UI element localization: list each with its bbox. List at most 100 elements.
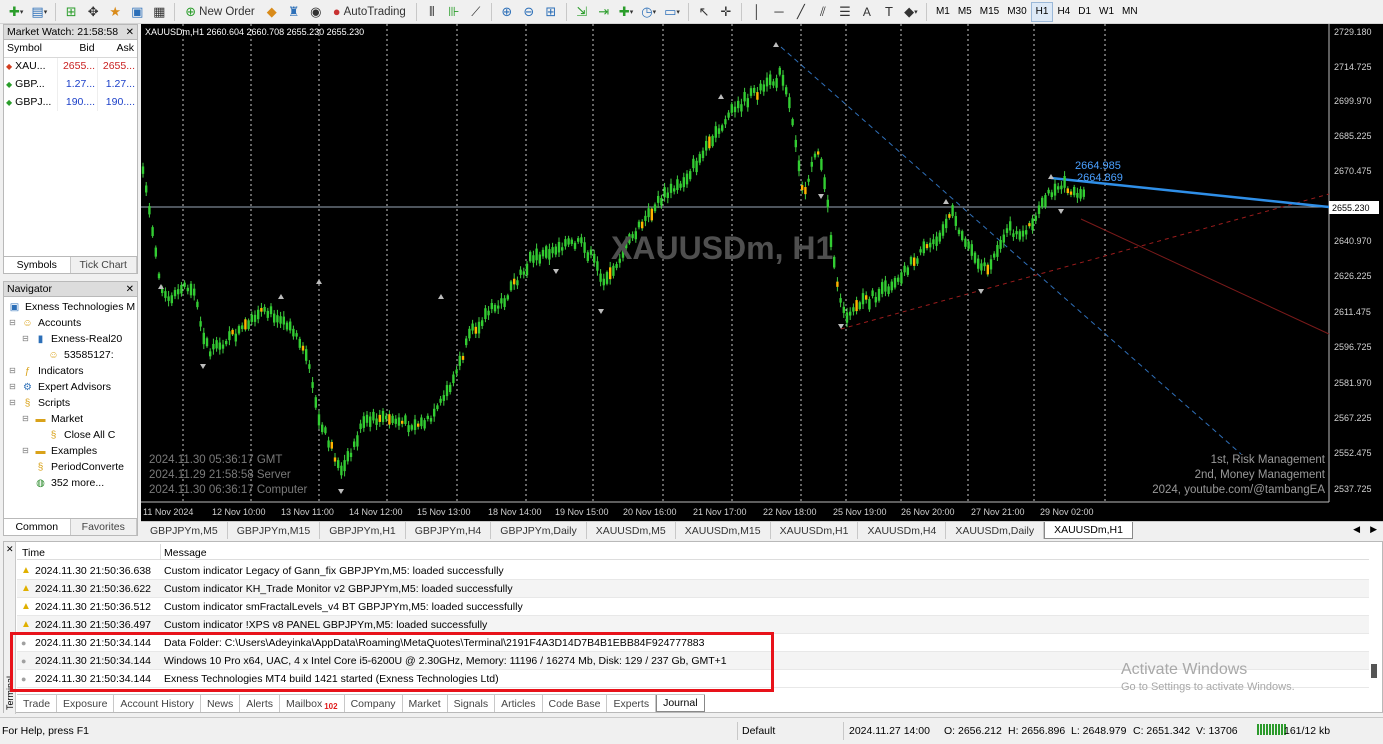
- new-chart-button[interactable]: ✚ ▾: [6, 2, 26, 22]
- tree-expand-icon[interactable]: ⊟: [9, 366, 16, 375]
- journal-scrollbar[interactable]: [1368, 560, 1380, 690]
- navigator-item[interactable]: ☺ Accounts: [21, 315, 81, 331]
- tab-scroll-arrows[interactable]: ◀ ▶: [1353, 524, 1377, 535]
- line-chart-icon[interactable]: ⟋: [466, 2, 486, 22]
- chart-tab[interactable]: XAUUSDm,Daily: [946, 522, 1045, 539]
- tree-expand-icon[interactable]: ⊟: [22, 334, 29, 343]
- timeframe-d1-button[interactable]: D1: [1074, 2, 1095, 22]
- close-icon[interactable]: ✕: [126, 27, 134, 38]
- journal-row[interactable]: ▲ 2024.11.30 21:50:36.512 Custom indicator…: [17, 598, 1369, 616]
- equidistant-channel-icon[interactable]: ⫽: [813, 2, 833, 22]
- zoom-in-icon[interactable]: ⊕: [497, 2, 517, 22]
- market-watch-row[interactable]: ◆ GBPJ... 190.... 190....: [4, 93, 137, 111]
- indicators-menu-icon[interactable]: ✚ ▾: [616, 2, 636, 22]
- tree-expand-icon[interactable]: ⊟: [9, 382, 16, 391]
- navigator-item[interactable]: ☺ 53585127:: [47, 347, 113, 363]
- chart-tab[interactable]: GBPJPYm,Daily: [491, 522, 587, 539]
- market-watch-row[interactable]: ◆ XAU... 2655... 2655...: [4, 57, 137, 75]
- journal-row[interactable]: ▲ 2024.11.30 21:50:36.622 Custom indicator…: [17, 580, 1369, 598]
- terminal-tab-account-history[interactable]: Account History: [114, 695, 201, 712]
- autoscroll-icon[interactable]: ⇲: [572, 2, 592, 22]
- terminal-icon[interactable]: ▣: [127, 2, 147, 22]
- market-watch-row[interactable]: ◆ GBP... 1.27... 1.27...: [4, 75, 137, 93]
- tree-expand-icon[interactable]: ⊟: [9, 398, 16, 407]
- chart-tab[interactable]: XAUUSDm,H1: [771, 522, 859, 539]
- column-header-message[interactable]: Message: [164, 547, 207, 559]
- navigator-item[interactable]: ▮ Exness-Real20: [34, 331, 122, 347]
- chart-tab[interactable]: XAUUSDm,H1: [1044, 522, 1133, 539]
- close-icon[interactable]: ✕: [126, 284, 134, 295]
- terminal-tab-news[interactable]: News: [201, 695, 241, 712]
- text-tool-icon[interactable]: A: [857, 2, 877, 22]
- navigator-item[interactable]: § Close All C: [47, 427, 116, 443]
- cursor-icon[interactable]: ↖: [694, 2, 714, 22]
- tree-expand-icon[interactable]: ⊟: [9, 318, 16, 327]
- chart-tab[interactable]: XAUUSDm,M15: [676, 522, 771, 539]
- terminal-tab-code-base[interactable]: Code Base: [543, 695, 608, 712]
- timeframe-h4-button[interactable]: H4: [1053, 2, 1074, 22]
- market-watch-toggle-icon[interactable]: ⊞: [61, 2, 81, 22]
- scroll-thumb[interactable]: [1371, 664, 1377, 678]
- periods-menu-icon[interactable]: ◷ ▾: [638, 2, 659, 22]
- navigator-item[interactable]: § PeriodConverte: [34, 459, 124, 475]
- timeframe-h1-button[interactable]: H1: [1030, 1, 1054, 22]
- templates-menu-icon[interactable]: ▭ ▾: [661, 2, 683, 22]
- chart-tab[interactable]: GBPJPYm,M15: [228, 522, 321, 539]
- chart-tab[interactable]: XAUUSDm,H4: [858, 522, 947, 539]
- new-order-button[interactable]: ⊕ New Order: [180, 2, 260, 22]
- terminal-tab-alerts[interactable]: Alerts: [240, 695, 281, 712]
- timeframe-m1-button[interactable]: M1: [932, 2, 954, 22]
- candlestick-icon[interactable]: ⊪: [444, 2, 464, 22]
- navigator-item[interactable]: ƒ Indicators: [21, 363, 84, 379]
- column-header-ask[interactable]: Ask: [97, 40, 137, 58]
- price-chart[interactable]: XAUUSDm,H1 2660.604 2660.708 2655.230 26…: [141, 24, 1383, 521]
- profiles-button[interactable]: ▤ ▾: [28, 2, 50, 22]
- navigator-item[interactable]: ▬ Market: [34, 411, 84, 427]
- crosshair-icon[interactable]: ✛: [716, 2, 736, 22]
- tile-windows-icon[interactable]: ⊞: [541, 2, 561, 22]
- options-icon[interactable]: ♜: [284, 2, 304, 22]
- chart-canvas[interactable]: [141, 24, 1383, 521]
- chart-tab[interactable]: GBPJPYm,H4: [406, 522, 492, 539]
- metaeditor-icon[interactable]: ◆: [262, 2, 282, 22]
- timeframe-m15-button[interactable]: M15: [976, 2, 1003, 22]
- tree-expand-icon[interactable]: ⊟: [22, 414, 29, 423]
- data-window-icon[interactable]: ✥: [83, 2, 103, 22]
- chart-tab[interactable]: XAUUSDm,M5: [587, 522, 676, 539]
- bar-chart-icon[interactable]: ⫴: [422, 2, 442, 22]
- timeframe-w1-button[interactable]: W1: [1095, 2, 1118, 22]
- terminal-tab-experts[interactable]: Experts: [607, 695, 657, 712]
- scroll-right-icon[interactable]: ▶: [1370, 524, 1377, 535]
- chart-tab[interactable]: GBPJPYm,H1: [320, 522, 406, 539]
- autotrading-button[interactable]: ● AutoTrading: [328, 2, 411, 22]
- journal-row[interactable]: ▲ 2024.11.30 21:50:36.638 Custom indicator…: [17, 562, 1369, 580]
- terminal-tab-market[interactable]: Market: [403, 695, 448, 712]
- navigator-item[interactable]: ▣ Exness Technologies M: [8, 299, 135, 315]
- profile-name[interactable]: Default: [742, 725, 775, 737]
- navigator-icon[interactable]: ★: [105, 2, 125, 22]
- text-label-icon[interactable]: T: [879, 2, 899, 22]
- scroll-left-icon[interactable]: ◀: [1353, 524, 1360, 535]
- navigator-item[interactable]: ⚙ Expert Advisors: [21, 379, 111, 395]
- tab-common[interactable]: Common: [4, 519, 71, 535]
- terminal-tab-company[interactable]: Company: [345, 695, 403, 712]
- close-icon[interactable]: ✕: [6, 544, 14, 555]
- arrows-menu-icon[interactable]: ◆ ▾: [901, 2, 921, 22]
- chart-shift-icon[interactable]: ⇥: [594, 2, 614, 22]
- column-header-bid[interactable]: Bid: [57, 40, 98, 58]
- tab-symbols[interactable]: Symbols: [4, 257, 71, 273]
- navigator-item[interactable]: ▬ Examples: [34, 443, 98, 459]
- zoom-out-icon[interactable]: ⊖: [519, 2, 539, 22]
- tree-expand-icon[interactable]: ⊟: [22, 446, 29, 455]
- column-header-time[interactable]: Time: [22, 547, 45, 559]
- trendline-icon[interactable]: ╱: [791, 2, 811, 22]
- terminal-tab-signals[interactable]: Signals: [448, 695, 496, 712]
- tab-tick-chart[interactable]: Tick Chart: [71, 257, 137, 273]
- timeframe-m5-button[interactable]: M5: [954, 2, 976, 22]
- terminal-tab-trade[interactable]: Trade: [17, 695, 58, 712]
- strategy-tester-icon[interactable]: ▦: [149, 2, 169, 22]
- timeframe-m30-button[interactable]: M30: [1003, 2, 1030, 22]
- terminal-tab-mailbox[interactable]: Mailbox 102: [280, 695, 345, 712]
- vertical-line-icon[interactable]: │: [747, 2, 767, 22]
- navigator-item[interactable]: ◍ 352 more...: [34, 475, 104, 491]
